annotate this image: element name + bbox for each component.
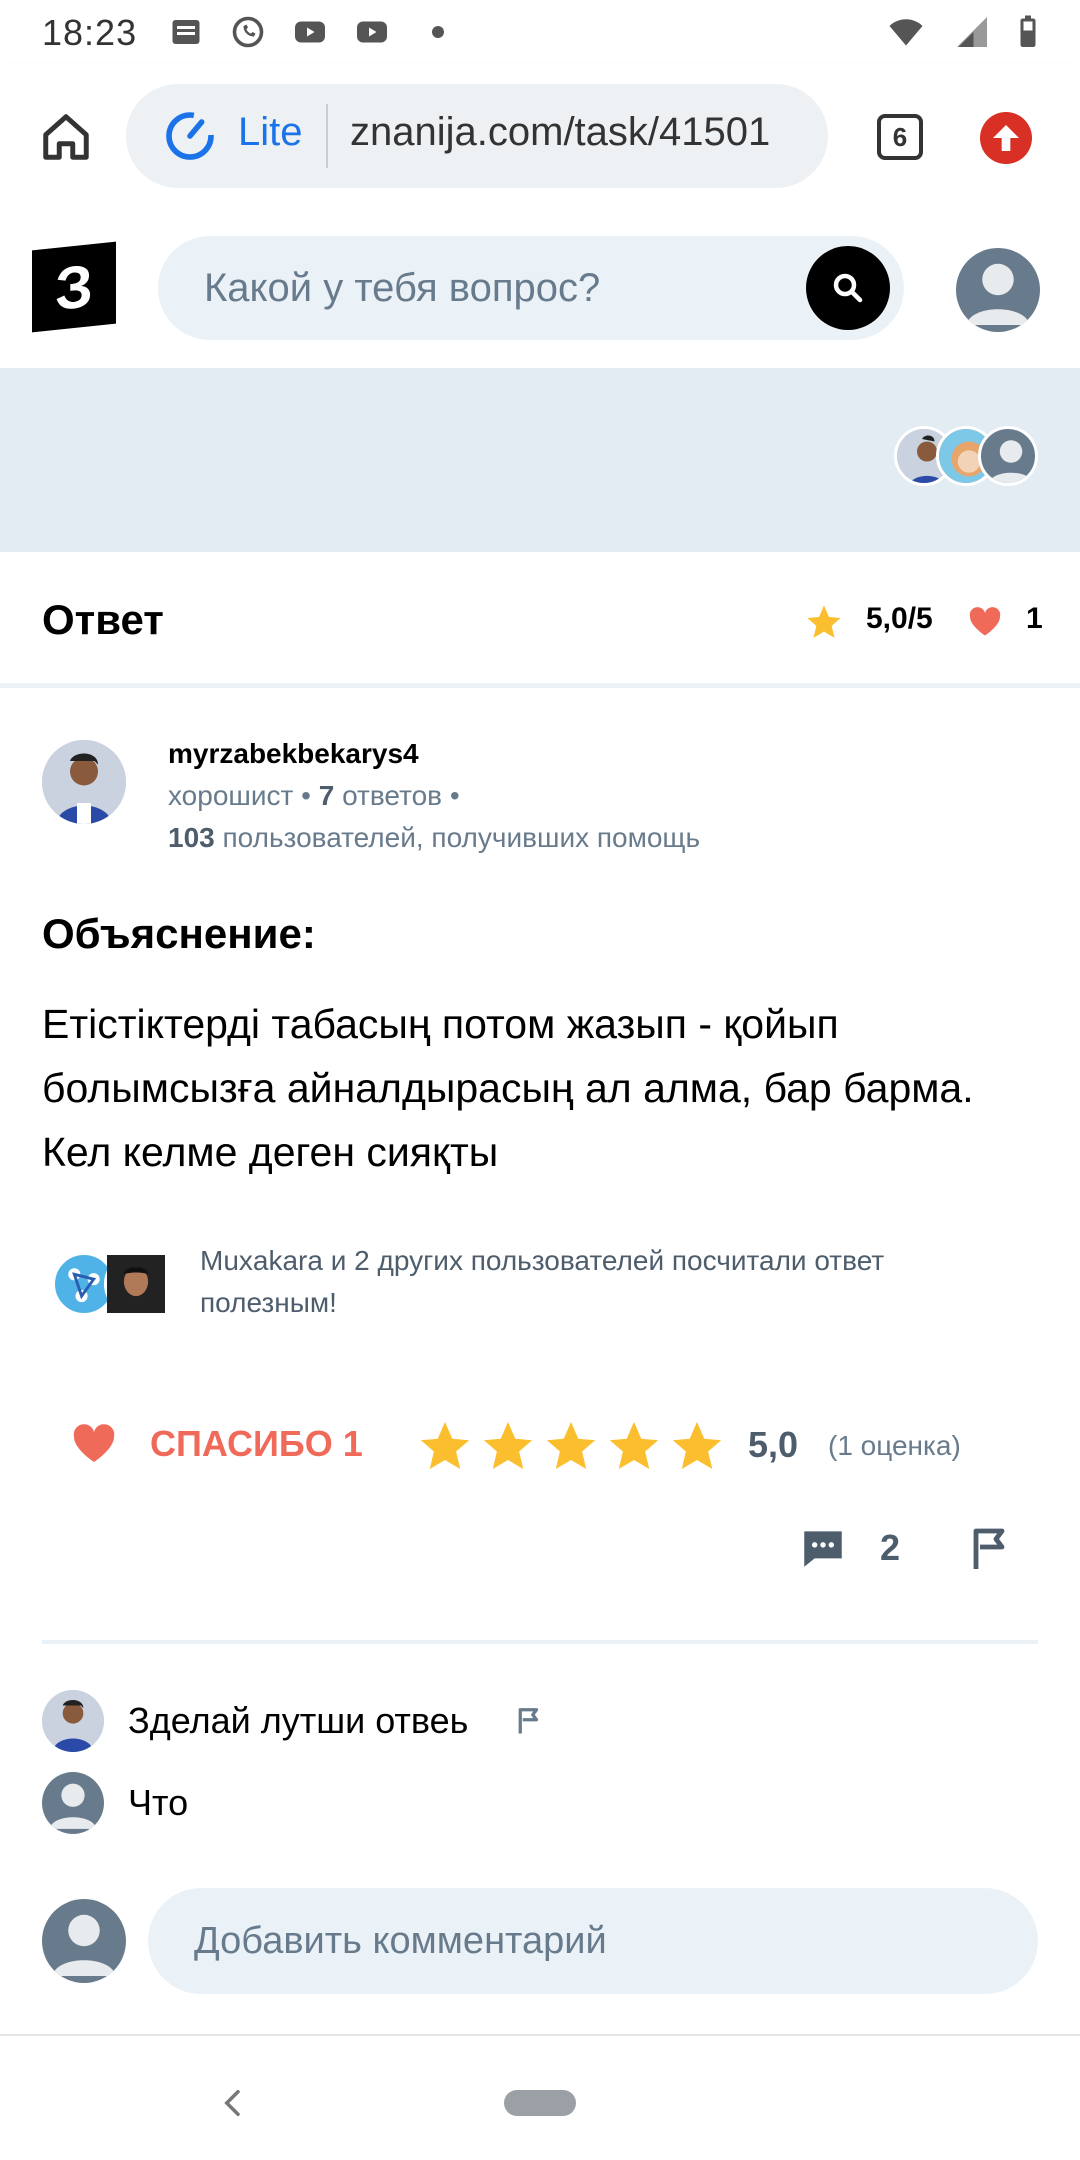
message-icon — [172, 20, 200, 44]
star-icon[interactable] — [668, 1417, 726, 1475]
star-icon — [807, 605, 841, 638]
star-icon[interactable] — [542, 1417, 600, 1475]
star-icon[interactable] — [605, 1417, 663, 1475]
add-comment-row — [42, 1888, 1038, 1994]
person-illustration-icon — [42, 1690, 104, 1752]
author-name[interactable]: myrzabekbekarys4 — [168, 738, 419, 770]
status-time: 18:23 — [42, 12, 138, 53]
url-divider — [326, 104, 328, 168]
author-helped-label: пользователей, получивших помощь — [222, 822, 701, 853]
site-header: З — [0, 210, 1080, 368]
author-avatar[interactable] — [42, 740, 126, 824]
signal-icon — [957, 17, 987, 47]
search-input[interactable] — [204, 236, 764, 340]
tab-switcher-button[interactable]: 6 — [877, 114, 923, 160]
comments-count: 2 — [880, 1527, 901, 1568]
helpful-text: Muxakara и 2 других пользователей посчит… — [200, 1245, 885, 1318]
person-photo-icon — [107, 1255, 165, 1313]
site-logo[interactable]: З — [32, 241, 116, 333]
question-banner — [0, 368, 1080, 552]
report-flag-icon[interactable] — [966, 1524, 1014, 1574]
author-helped-count: 103 — [168, 822, 215, 853]
comment-icon — [804, 1531, 842, 1567]
user-icon — [966, 263, 1030, 325]
explanation-title: Объяснение: — [42, 910, 316, 957]
heart-icon — [969, 607, 1001, 636]
rating-summary: 5,0/5 — [866, 602, 933, 635]
rating-count: (1 оценка) — [828, 1430, 961, 1461]
rating-stars[interactable] — [416, 1418, 731, 1474]
wifi-icon — [889, 19, 923, 46]
author-rank: хорошист — [168, 780, 294, 811]
user-icon — [49, 1783, 97, 1829]
thanks-label: СПАСИБО 1 — [150, 1423, 363, 1464]
separator-dot: • — [301, 780, 319, 811]
comment-avatar[interactable] — [42, 1772, 104, 1834]
likes-count: 1 — [1026, 602, 1043, 635]
home-icon[interactable] — [38, 110, 94, 164]
divider — [42, 1640, 1038, 1644]
author-answers-count: 7 — [318, 780, 335, 811]
comment-avatar[interactable] — [42, 1690, 104, 1752]
battery-icon — [1020, 15, 1036, 47]
heart-icon — [73, 1424, 115, 1462]
lite-mode-label: Lite — [238, 110, 303, 154]
profile-avatar[interactable] — [956, 248, 1040, 332]
user-icon — [988, 440, 1034, 483]
star-icon[interactable] — [416, 1417, 474, 1475]
address-bar[interactable]: Lite znanija.com/task/41501 — [126, 84, 828, 188]
thanks-button[interactable]: СПАСИБО 1 — [68, 1416, 363, 1472]
url-text[interactable]: znanija.com/task/41501 — [350, 110, 810, 155]
comment-text: Зделай лутши отвеь — [128, 1700, 469, 1741]
author-meta: хорошист • 7 ответов • — [168, 780, 460, 812]
helpful-avatars — [52, 1252, 172, 1322]
add-comment-input[interactable] — [148, 1888, 1038, 1994]
comments-button[interactable]: 2 — [798, 1520, 900, 1576]
home-pill[interactable] — [504, 2090, 576, 2116]
system-nav-bar — [0, 2034, 1080, 2160]
dot-icon — [432, 26, 444, 38]
user-avatar[interactable] — [978, 426, 1038, 486]
person-illustration-icon — [42, 740, 126, 824]
arrow-up-icon — [993, 125, 1019, 151]
back-chevron-icon[interactable] — [218, 2088, 248, 2118]
author-answers-label: ответов — [342, 780, 443, 811]
comment-item: Что — [42, 1772, 188, 1834]
search-button[interactable] — [806, 246, 890, 330]
youtube-icon — [295, 21, 325, 43]
answer-text: Етістіктерді табасың потом жазып - қойып… — [42, 1001, 974, 1175]
comment-item: Зделай лутши отвеь — [42, 1690, 544, 1752]
answer-title: Ответ — [42, 596, 164, 643]
current-user-avatar — [42, 1899, 126, 1983]
update-button[interactable] — [980, 112, 1032, 164]
user-icon — [52, 1914, 116, 1976]
youtube-icon — [357, 21, 387, 43]
comment-text: Что — [128, 1782, 189, 1823]
separator-dot: • — [449, 780, 460, 811]
status-bar: 18:23 — [0, 0, 1080, 64]
rating-value: 5,0 — [748, 1424, 799, 1465]
search-icon — [833, 273, 863, 303]
answer-header: Ответ 5,0/5 1 — [0, 552, 1080, 688]
whatsapp-icon — [232, 16, 264, 48]
speed-gauge-icon — [166, 112, 214, 160]
star-icon[interactable] — [479, 1417, 537, 1475]
search-bar — [158, 236, 904, 340]
user-avatar — [104, 1252, 168, 1316]
author-helped: 103 пользователей, получивших помощь — [168, 822, 700, 854]
report-flag-icon[interactable] — [514, 1706, 544, 1736]
browser-toolbar: Lite znanija.com/task/41501 6 — [0, 64, 1080, 210]
